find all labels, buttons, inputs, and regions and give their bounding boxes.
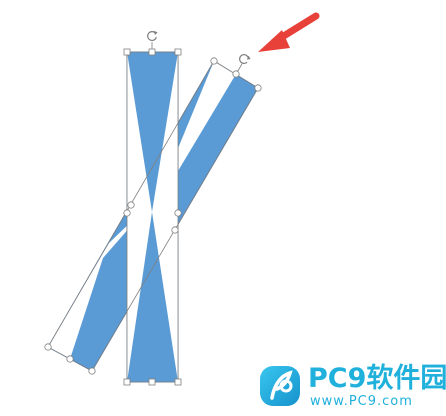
resize-handle[interactable] xyxy=(123,209,131,217)
rotate-icon[interactable] xyxy=(147,30,158,41)
watermark-url: www.PC9.com xyxy=(310,394,413,409)
resize-handle[interactable] xyxy=(88,367,96,375)
resize-handle[interactable] xyxy=(123,48,131,56)
resize-handle[interactable] xyxy=(127,201,135,209)
resize-handle[interactable] xyxy=(171,226,179,234)
resize-handle[interactable] xyxy=(210,57,218,65)
resize-handle[interactable] xyxy=(148,378,156,386)
resize-handle[interactable] xyxy=(44,343,52,351)
resize-handle[interactable] xyxy=(123,378,131,386)
resize-handle[interactable] xyxy=(254,84,262,92)
pc9-logo-icon xyxy=(260,366,300,406)
resize-handle[interactable] xyxy=(174,48,182,56)
resize-handle[interactable] xyxy=(174,209,182,217)
rotate-icon[interactable] xyxy=(238,52,251,65)
slide-canvas xyxy=(44,12,320,386)
vertical-hourglass-shape[interactable] xyxy=(126,51,179,383)
resize-handle[interactable] xyxy=(232,70,240,78)
red-arrow-icon xyxy=(258,12,320,52)
resize-handle[interactable] xyxy=(174,378,182,386)
resize-handle[interactable] xyxy=(66,355,74,363)
watermark: PC9软件园 www.PC9.com xyxy=(258,362,446,414)
watermark-title: PC9软件园 xyxy=(308,363,446,394)
resize-handle[interactable] xyxy=(148,48,156,56)
